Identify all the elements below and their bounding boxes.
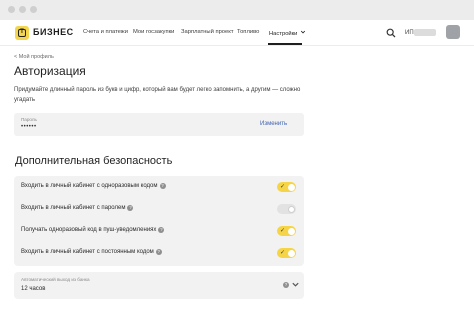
window-maximize-dot[interactable] — [30, 6, 37, 13]
chevron-down-icon[interactable] — [291, 280, 300, 289]
toggle-push-code[interactable]: ✓ — [277, 226, 296, 236]
change-password-link[interactable]: Изменить — [260, 121, 287, 127]
help-icon[interactable]: ? — [159, 183, 166, 189]
password-field[interactable]: Пароль •••••• Изменить — [14, 113, 304, 136]
toggle-knob — [287, 205, 295, 213]
toggle-one-time-code[interactable]: ✓ — [277, 182, 296, 192]
check-icon: ✓ — [280, 184, 286, 190]
brand-name: БИЗНЕС — [33, 27, 74, 37]
check-icon: ✓ — [280, 250, 286, 256]
user-name-redacted — [414, 29, 436, 36]
nav-active-underline — [268, 43, 302, 45]
logo-glyph: Т — [18, 29, 26, 37]
toggle-knob — [287, 227, 295, 235]
setting-row-push-code: Получать одноразовый код в пуш-уведомлен… — [14, 220, 304, 242]
section-title: Дополнительная безопасность — [15, 155, 173, 167]
back-link[interactable]: < Мой профиль — [14, 54, 54, 60]
help-icon[interactable]: ? — [158, 227, 165, 233]
auto-logout-label: Автоматический выход из банка — [21, 277, 90, 282]
auto-logout-value: 12 часов — [21, 286, 46, 292]
setting-label: Получать одноразовый код в пуш-уведомлен… — [21, 227, 165, 233]
setting-label-text: Входить в личный кабинет с паролем — [21, 205, 126, 211]
page-title: Авторизация — [14, 64, 86, 78]
nav-item-procurement[interactable]: Мои госзакупки — [133, 29, 174, 35]
nav-item-settings[interactable]: Настройки — [269, 29, 306, 37]
chevron-down-icon — [300, 30, 306, 34]
setting-label-text: Входить в личный кабинет с постоянным ко… — [21, 249, 154, 255]
setting-label: Входить в личный кабинет с одноразовым к… — [21, 183, 166, 189]
setting-row-one-time-code: Входить в личный кабинет с одноразовым к… — [14, 176, 304, 198]
help-icon[interactable]: ? — [283, 282, 289, 288]
setting-label: Входить в личный кабинет с паролем? — [21, 205, 134, 211]
check-icon: ✓ — [280, 228, 286, 234]
setting-label-text: Получать одноразовый код в пуш-уведомлен… — [21, 227, 157, 233]
browser-chrome — [0, 0, 474, 20]
password-label: Пароль — [21, 117, 37, 122]
auto-logout-select[interactable]: Автоматический выход из банка 12 часов ? — [14, 272, 304, 299]
toggle-knob — [287, 249, 295, 257]
nav-settings-label: Настройки — [269, 31, 298, 37]
search-icon[interactable] — [386, 28, 396, 38]
avatar[interactable] — [446, 25, 460, 39]
toggle-permanent-code[interactable]: ✓ — [277, 248, 296, 258]
security-settings-list: Входить в личный кабинет с одноразовым к… — [14, 176, 304, 266]
page-description: Придумайте длинный пароль из букв и цифр… — [14, 87, 301, 103]
toggle-password[interactable] — [277, 204, 296, 214]
app-header: Т БИЗНЕС Счета и платежи Мои госзакупки … — [0, 20, 474, 46]
password-value: •••••• — [21, 124, 37, 130]
setting-label: Входить в личный кабинет с постоянным ко… — [21, 249, 162, 255]
user-label[interactable]: ИП — [405, 30, 414, 36]
setting-label-text: Входить в личный кабинет с одноразовым к… — [21, 183, 158, 189]
window-close-dot[interactable] — [8, 6, 15, 13]
setting-row-password: Входить в личный кабинет с паролем? — [14, 198, 304, 220]
toggle-knob — [287, 183, 295, 191]
window-minimize-dot[interactable] — [19, 6, 26, 13]
nav-item-fuel[interactable]: Топливо — [237, 29, 259, 35]
help-icon[interactable]: ? — [155, 249, 162, 255]
setting-row-permanent-code: Входить в личный кабинет с постоянным ко… — [14, 242, 304, 264]
help-icon[interactable]: ? — [127, 205, 134, 211]
nav-item-salary[interactable]: Зарплатный проект — [181, 29, 234, 35]
logo-icon[interactable]: Т — [15, 26, 29, 40]
nav-item-accounts[interactable]: Счета и платежи — [83, 29, 128, 35]
